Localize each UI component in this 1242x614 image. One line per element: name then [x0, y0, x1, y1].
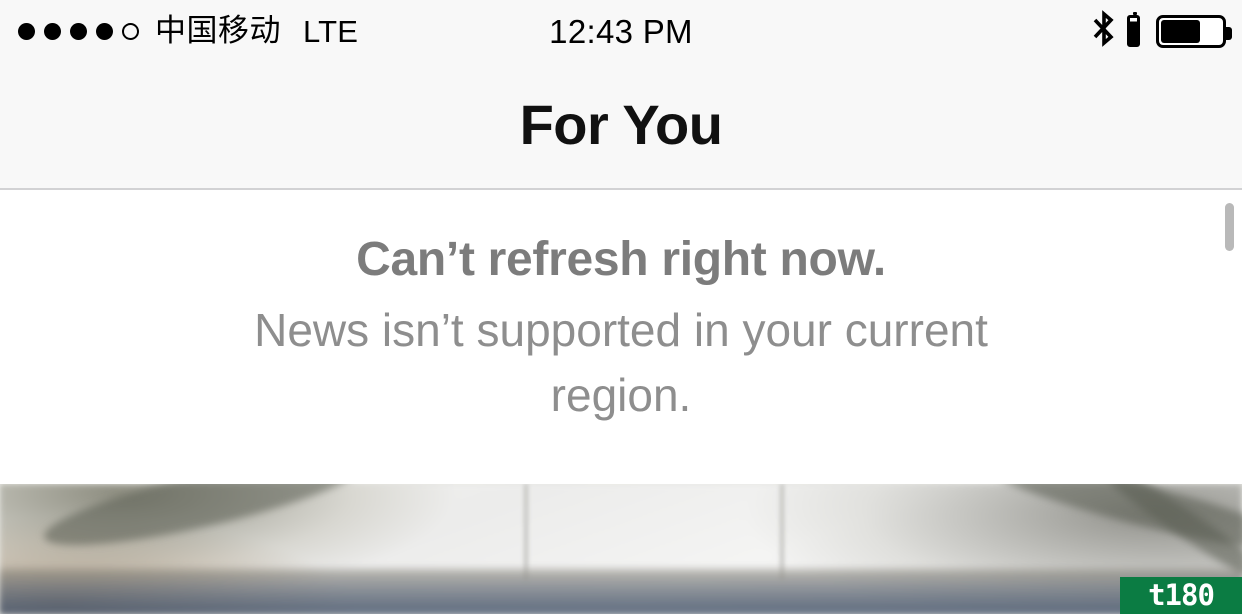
battery-icon	[1156, 14, 1232, 48]
status-bar-right	[1091, 0, 1232, 62]
content-area[interactable]: Can’t refresh right now. News isn’t supp…	[0, 190, 1242, 614]
navigation-bar: For You	[0, 62, 1242, 190]
battery-fill-level	[1161, 19, 1201, 43]
clock-label: 12:43 PM	[549, 12, 693, 50]
status-bar-center: 12:43 PM	[0, 0, 1242, 62]
empty-state: Can’t refresh right now. News isn’t supp…	[0, 232, 1242, 428]
accessory-battery-icon	[1127, 12, 1140, 47]
phone-screen: 中国移动 LTE 12:43 PM For You Can’t refresh …	[0, 0, 1242, 614]
empty-state-title: Can’t refresh right now.	[356, 233, 886, 286]
watermark-badge: t180	[1120, 577, 1242, 614]
photo-seam-left	[524, 484, 528, 580]
status-bar: 中国移动 LTE 12:43 PM	[0, 0, 1242, 62]
empty-state-message: News isn’t supported in your current reg…	[254, 303, 988, 421]
photo-bottom-band	[0, 570, 1242, 614]
photo-seam-right	[780, 484, 784, 580]
article-photo[interactable]: t180	[0, 484, 1242, 614]
page-title: For You	[519, 93, 723, 156]
watermark-label: t180	[1148, 578, 1215, 612]
bluetooth-icon	[1091, 9, 1117, 53]
